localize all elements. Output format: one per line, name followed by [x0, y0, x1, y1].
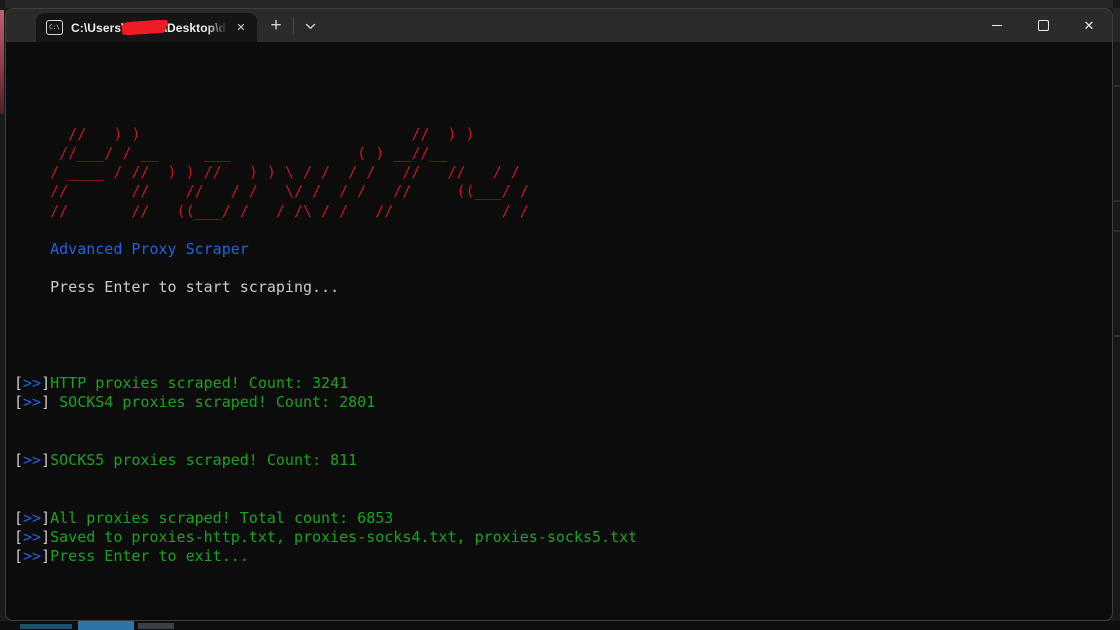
tabbar-divider — [293, 18, 294, 34]
background-taskbar-blue-fragment — [78, 621, 134, 630]
terminal-line — [14, 489, 1104, 508]
terminal-text-segment: // // // / / \/ / / / // ((___/ / — [14, 182, 529, 200]
background-row-line — [1114, 335, 1120, 337]
terminal-text-segment: Press Enter to exit... — [50, 547, 249, 565]
terminal-output[interactable]: // ) ) // ) ) //___/ / __ ___ ( ) __//__… — [6, 42, 1112, 620]
redaction-scribble — [121, 20, 166, 36]
terminal-line: Press Enter to start scraping... — [14, 278, 1104, 297]
terminal-text-segment: Advanced Proxy Scraper — [14, 240, 249, 258]
new-tab-button[interactable]: + — [261, 12, 291, 40]
maximize-icon — [1038, 20, 1049, 31]
terminal-text-segment: >> — [23, 451, 41, 469]
terminal-text-segment: >> — [23, 547, 41, 565]
terminal-line — [14, 470, 1104, 489]
background-window-top-sliver — [0, 0, 1120, 8]
terminal-text-segment: / ____ / // ) ) // ) ) \ / / / / // // /… — [14, 163, 520, 181]
terminal-text-segment: [ — [14, 528, 23, 546]
terminal-text-segment: >> — [23, 528, 41, 546]
terminal-line: // // // / / \/ / / / // ((___/ / — [14, 182, 1104, 201]
terminal-text-segment: // ) ) // ) ) — [14, 125, 475, 143]
terminal-text-segment: ] — [41, 547, 50, 565]
terminal-line: // // ((___/ / / /\ / / // / / — [14, 202, 1104, 221]
maximize-button[interactable] — [1020, 9, 1066, 42]
terminal-text-segment: All proxies scraped! Total count: 6853 — [50, 509, 393, 527]
terminal-line: [>>]Press Enter to exit... — [14, 547, 1104, 566]
terminal-text-segment: // // ((___/ / / /\ / / // / / — [14, 202, 529, 220]
terminal-line: [>>]All proxies scraped! Total count: 68… — [14, 509, 1104, 528]
chevron-down-icon — [305, 23, 316, 30]
tab-title-prefix: C:\Users\ — [71, 21, 125, 35]
terminal-text-segment: SOCKS5 proxies scraped! Count: 811 — [50, 451, 357, 469]
terminal-line — [14, 67, 1104, 86]
terminal-line — [14, 413, 1104, 432]
terminal-text-segment: //___/ / __ ___ ( ) __//__ — [14, 144, 447, 162]
tab-title-suffix: \Desktop\devel — [164, 21, 227, 35]
terminal-line — [14, 317, 1104, 336]
background-right-sliver — [1113, 0, 1120, 630]
terminal-line: [>>]Saved to proxies-http.txt, proxies-s… — [14, 528, 1104, 547]
terminal-line: // ) ) // ) ) — [14, 125, 1104, 144]
terminal-text-segment: ] — [41, 374, 50, 392]
terminal-line — [14, 221, 1104, 240]
window-controls: ✕ — [974, 9, 1112, 42]
terminal-line: / ____ / // ) ) // ) ) \ / / / / // // /… — [14, 163, 1104, 182]
tab-dropdown-button[interactable] — [297, 13, 323, 39]
background-taskbar-teal-fragment — [20, 624, 72, 629]
terminal-window: C:\ C:\Users\ \Desktop\devel ✕ + ✕ // ) )… — [5, 8, 1113, 621]
terminal-text-segment: Press Enter to start scraping... — [14, 278, 339, 296]
terminal-text-segment: [ — [14, 451, 23, 469]
minimize-icon — [992, 25, 1002, 26]
titlebar[interactable]: C:\ C:\Users\ \Desktop\devel ✕ + ✕ — [6, 9, 1112, 42]
terminal-line — [14, 355, 1104, 374]
terminal-line — [14, 259, 1104, 278]
background-row-line — [1114, 230, 1120, 232]
terminal-text-segment: HTTP proxies scraped! Count: 3241 — [50, 374, 348, 392]
terminal-line: //___/ / __ ___ ( ) __//__ — [14, 144, 1104, 163]
background-right-sliver-top — [1113, 8, 1120, 42]
background-pink-window-edge — [0, 10, 4, 114]
terminal-line: Advanced Proxy Scraper — [14, 240, 1104, 259]
terminal-line — [14, 336, 1104, 355]
terminal-text-segment: >> — [23, 393, 41, 411]
terminal-line — [14, 48, 1104, 67]
terminal-line — [14, 297, 1104, 316]
terminal-line — [14, 86, 1104, 105]
close-icon: ✕ — [1084, 19, 1095, 32]
background-row-line — [1114, 85, 1120, 87]
cmd-icon-label: C:\ — [49, 25, 60, 31]
tab-close-icon[interactable]: ✕ — [231, 18, 251, 38]
cmd-prompt-icon: C:\ — [46, 20, 63, 35]
desktop: { "window": { "titlebar": { "tab_title_p… — [0, 0, 1120, 630]
terminal-text-segment: SOCKS4 proxies scraped! Count: 2801 — [50, 393, 375, 411]
terminal-line: [>>]SOCKS5 proxies scraped! Count: 811 — [14, 451, 1104, 470]
terminal-line — [14, 432, 1104, 451]
terminal-text-segment: ] — [41, 528, 50, 546]
close-button[interactable]: ✕ — [1066, 9, 1112, 42]
background-row-line — [1114, 200, 1120, 202]
terminal-line: [>>] SOCKS4 proxies scraped! Count: 2801 — [14, 393, 1104, 412]
terminal-text-segment: [ — [14, 509, 23, 527]
tab-title: C:\Users\ \Desktop\devel — [71, 20, 227, 36]
terminal-text-segment: ] — [41, 509, 50, 527]
terminal-text-segment: ] — [41, 393, 50, 411]
terminal-text-segment: [ — [14, 393, 23, 411]
tab-cmd[interactable]: C:\ C:\Users\ \Desktop\devel ✕ — [36, 13, 257, 42]
terminal-text-segment: [ — [14, 374, 23, 392]
terminal-text-segment: >> — [23, 374, 41, 392]
minimize-button[interactable] — [974, 9, 1020, 42]
background-taskbar-gray-fragment — [138, 623, 174, 629]
terminal-line: [>>]HTTP proxies scraped! Count: 3241 — [14, 374, 1104, 393]
terminal-text-segment: ] — [41, 451, 50, 469]
terminal-text-segment: >> — [23, 509, 41, 527]
terminal-line — [14, 106, 1104, 125]
terminal-text-segment: [ — [14, 547, 23, 565]
terminal-text-segment: Saved to proxies-http.txt, proxies-socks… — [50, 528, 637, 546]
